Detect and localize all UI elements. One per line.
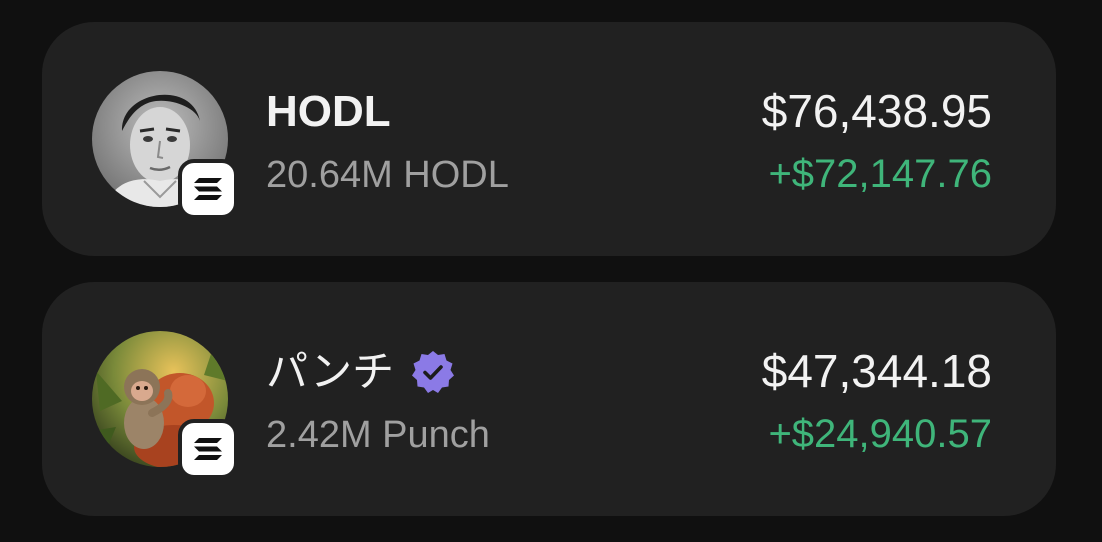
token-change: +$24,940.57 [768, 412, 992, 456]
token-list: HODL 20.64M HODL $76,438.95 +$72,147.76 [42, 22, 1056, 542]
token-name: HODL [266, 87, 391, 136]
token-holdings: 2.42M Punch [266, 414, 490, 456]
solana-icon [178, 419, 238, 479]
token-holdings: 20.64M HODL [266, 154, 509, 196]
token-row-hodl[interactable]: HODL 20.64M HODL $76,438.95 +$72,147.76 [42, 22, 1056, 256]
solana-icon [178, 159, 238, 219]
token-value: $76,438.95 [761, 85, 992, 137]
token-change: +$72,147.76 [768, 152, 992, 196]
token-name-row: HODL [266, 86, 391, 138]
token-row-punch[interactable]: パンチ 2.42M Punch $47,344.18 +$24,940.57 [42, 282, 1056, 516]
token-value: $47,344.18 [761, 345, 992, 397]
verified-badge-icon [412, 351, 455, 393]
token-name: パンチ [266, 347, 395, 396]
token-name-row: パンチ [266, 346, 456, 398]
